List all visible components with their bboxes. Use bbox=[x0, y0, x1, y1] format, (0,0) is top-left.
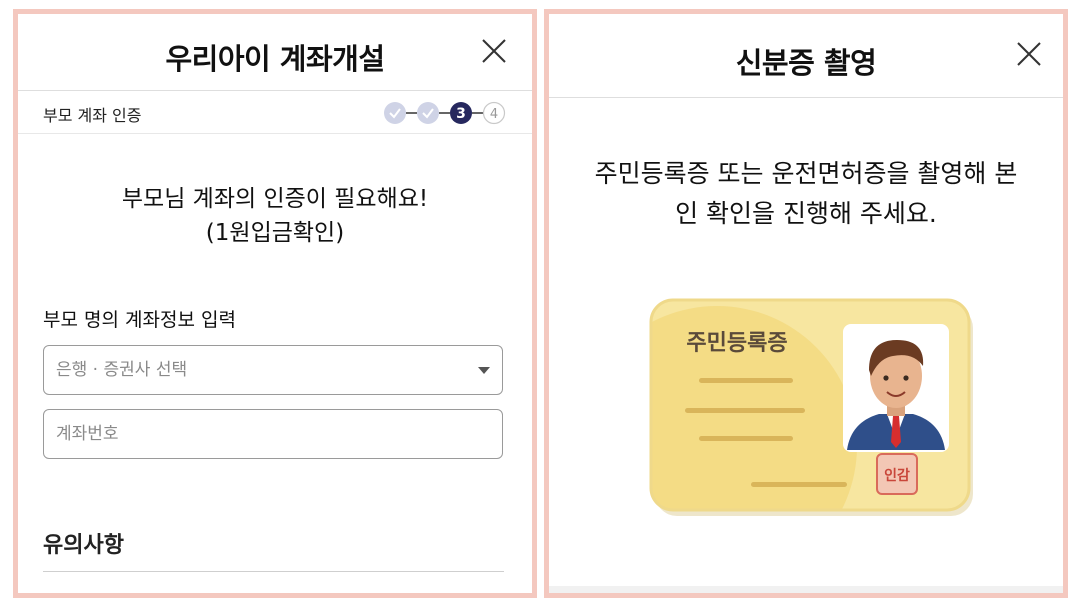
seal-stamp-icon: 인감 bbox=[876, 453, 918, 495]
page-title: 신분증 촬영 bbox=[735, 46, 877, 80]
step-2-done-icon bbox=[417, 102, 439, 124]
lead-line-2: (1원입금확인) bbox=[205, 220, 345, 246]
divider bbox=[43, 571, 504, 572]
bottom-strip bbox=[549, 586, 1063, 593]
id-card-title: 주민등록증 bbox=[686, 331, 787, 356]
lead-line-1: 부모님 계좌의 인증이 필요해요! bbox=[121, 186, 429, 212]
id-capture-panel: 신분증 촬영 주민등록증 또는 운전면허증을 촬영해 본 인 확인을 진행해 주… bbox=[544, 9, 1068, 598]
seal-text: 인감 bbox=[884, 467, 910, 484]
header: 우리아이 계좌개설 bbox=[18, 14, 532, 91]
bank-select[interactable]: 은행 · 증권사 선택 bbox=[43, 345, 503, 395]
instruction-text: 주민등록증 또는 운전면허증을 촬영해 본 인 확인을 진행해 주세요. bbox=[569, 154, 1043, 234]
step-4-number: 4 bbox=[490, 107, 498, 122]
step-bar: 부모 계좌 인증 3 4 bbox=[18, 91, 532, 134]
page-title: 우리아이 계좌개설 bbox=[165, 42, 385, 76]
step-1-done-icon bbox=[384, 102, 406, 124]
close-icon[interactable] bbox=[1016, 41, 1042, 67]
step-indicator: 3 4 bbox=[384, 101, 506, 125]
account-number-input[interactable] bbox=[43, 409, 503, 459]
header: 신분증 촬영 bbox=[549, 14, 1063, 98]
account-info-label: 부모 명의 계좌정보 입력 bbox=[43, 309, 236, 331]
bank-select-placeholder: 은행 · 증권사 선택 bbox=[56, 360, 188, 380]
instruction-line-1: 주민등록증 또는 운전면허증을 촬영해 본 bbox=[594, 159, 1018, 188]
close-icon[interactable] bbox=[481, 38, 507, 64]
instruction-line-2: 인 확인을 진행해 주세요. bbox=[675, 199, 937, 228]
notes-title: 유의사항 bbox=[43, 533, 124, 558]
account-opening-panel: 우리아이 계좌개설 부모 계좌 인증 3 4 부모님 계좌의 인증이 필요해요!… bbox=[13, 9, 537, 598]
id-card-illustration: 주민등록증 인감 bbox=[649, 298, 973, 516]
dropdown-arrow-icon bbox=[478, 367, 490, 374]
step-label: 부모 계좌 인증 bbox=[43, 106, 142, 125]
portrait-photo bbox=[843, 324, 949, 452]
step-3-number: 3 bbox=[456, 106, 466, 122]
lead-text: 부모님 계좌의 인증이 필요해요! (1원입금확인) bbox=[18, 182, 532, 250]
